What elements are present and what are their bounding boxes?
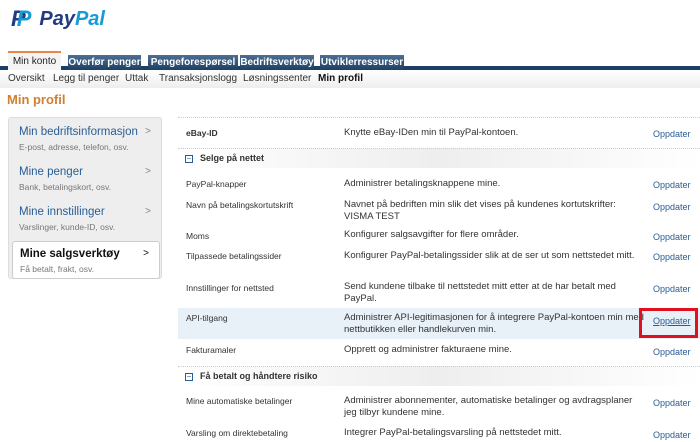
chevron-right-icon: > [143,248,149,259]
sidebar-item-subtitle: Få betalt, frakt, osv. [20,264,95,274]
section-fa-betalt[interactable]: − Få betalt og håndtere risiko [178,366,700,386]
subnav-min-profil[interactable]: Min profil [318,73,363,84]
row-description: Administrer abonnementer, automatiske be… [344,395,633,418]
row-description: Konfigurer salgsavgifter for flere områd… [344,229,519,240]
sidebar-item-salgsverktoy[interactable]: Mine salgsverktøy Få betalt, frakt, osv.… [12,241,160,279]
chevron-right-icon: > [145,166,151,177]
sidebar-item-title: Mine penger [19,166,83,178]
row-description: Opprett og administrer fakturaene mine. [344,344,512,355]
row-description: Administrer API-legitimasjonen for å int… [344,312,644,335]
paypal-wordmark: PayPal [39,7,105,30]
update-link[interactable]: Oppdater [653,430,691,440]
row-label: PayPal-knapper [186,179,247,189]
sidebar-item-innstillinger[interactable]: Mine innstillinger Varslinger, kunde-ID,… [9,200,161,238]
profile-sidebar: Min bedriftsinformasjon E-post, adresse,… [8,117,162,279]
row-description: Administrer betalingsknappene mine. [344,178,501,189]
paypal-logo[interactable]: PP PayPal [11,6,105,32]
sidebar-item-subtitle: E-post, adresse, telefon, osv. [19,142,129,152]
sidebar-item-penger[interactable]: Mine penger Bank, betalingskort, osv. > [9,160,161,198]
collapse-icon[interactable]: − [185,155,193,163]
row-label: eBay-ID [186,128,218,138]
sidebar-item-title: Mine innstillinger [19,206,105,218]
tab-bedriftsverktoy[interactable]: Bedriftsverktøy [240,55,314,70]
chevron-right-icon: > [145,126,151,137]
table-row: Varsling om direktebetaling Integrer Pay… [178,422,700,442]
update-link[interactable]: Oppdater [653,129,691,139]
row-label: API-tilgang [186,313,228,323]
row-description: Navnet på bedriften min slik det vises p… [344,199,616,222]
tab-utviklerressurser[interactable]: Utviklerressurser [320,55,404,70]
tab-pengeforesporsel[interactable]: Pengeforespørsel [148,55,238,70]
tab-min-konto[interactable]: Min konto [8,51,61,71]
table-row: Mine automatiske betalinger Administrer … [178,390,700,422]
row-label: Tilpassede betalingssider [186,251,282,261]
row-description: Integrer PayPal-betalingsvarsling på net… [344,427,562,438]
row-label: Moms [186,231,210,241]
row-label: Innstillinger for nettsted [186,283,274,293]
update-link[interactable]: Oppdater [653,347,691,357]
update-link[interactable]: Oppdater [653,202,691,212]
sidebar-item-title: Min bedriftsinformasjon [19,126,138,138]
paypal-p-icon: PP [11,6,32,31]
row-label: Fakturamaler [186,345,237,355]
table-row: Navn på betalingskortutskrift Navnet på … [178,194,700,224]
row-description: Send kundene tilbake til nettstedet mitt… [344,281,616,304]
update-link[interactable]: Oppdater [653,398,691,408]
update-link[interactable]: Oppdater [653,252,691,262]
table-row: Tilpassede betalingssider Konfigurer Pay… [178,244,700,278]
update-link[interactable]: Oppdater [653,284,691,294]
page-title: Min profil [7,92,66,107]
table-row: Moms Konfigurer salgsavgifter for flere … [178,224,700,244]
subnav-transaksjonslogg[interactable]: Transaksjonslogg [159,73,237,84]
sidebar-item-title: Mine salgsverktøy [20,248,120,260]
row-description: Knytte eBay-IDen min til PayPal-kontoen. [344,127,519,138]
subnav-legg-til-penger[interactable]: Legg til penger [53,73,119,84]
sub-navigation: Oversikt Legg til penger Uttak Transaksj… [0,70,700,88]
table-row: Innstillinger for nettsted Send kundene … [178,278,700,308]
sidebar-item-subtitle: Varslinger, kunde-ID, osv. [19,222,116,232]
table-row-api-tilgang: API-tilgang Administrer API-legitimasjon… [178,308,700,339]
subnav-losningssenter[interactable]: Løsningssenter [243,73,311,84]
table-row-ebay-id: eBay-ID Knytte eBay-IDen min til PayPal-… [178,117,700,148]
main-tabs: Min konto Overfør penger Pengeforespørse… [0,51,700,71]
subnav-oversikt[interactable]: Oversikt [8,73,45,84]
row-description: Konfigurer PayPal-betalingssider slik at… [344,250,635,261]
section-selge-pa-nettet[interactable]: − Selge på nettet [178,148,700,168]
chevron-right-icon: > [145,206,151,217]
section-title: Få betalt og håndtere risiko [200,371,318,381]
sidebar-item-subtitle: Bank, betalingskort, osv. [19,182,111,192]
row-label: Mine automatiske betalinger [186,396,293,406]
table-row: Fakturamaler Opprett og administrer fakt… [178,339,700,361]
sidebar-item-bedriftsinformasjon[interactable]: Min bedriftsinformasjon E-post, adresse,… [9,120,161,158]
row-label: Navn på betalingskortutskrift [186,200,294,210]
section-title: Selge på nettet [200,153,265,163]
row-label: Varsling om direktebetaling [186,428,288,438]
collapse-icon[interactable]: − [185,373,193,381]
update-link[interactable]: Oppdater [653,180,691,190]
tab-overfor-penger[interactable]: Overfør penger [68,55,141,70]
subnav-uttak[interactable]: Uttak [125,73,148,84]
highlight-box [639,308,698,338]
update-link[interactable]: Oppdater [653,232,691,242]
table-row: PayPal-knapper Administrer betalingsknap… [178,172,700,194]
